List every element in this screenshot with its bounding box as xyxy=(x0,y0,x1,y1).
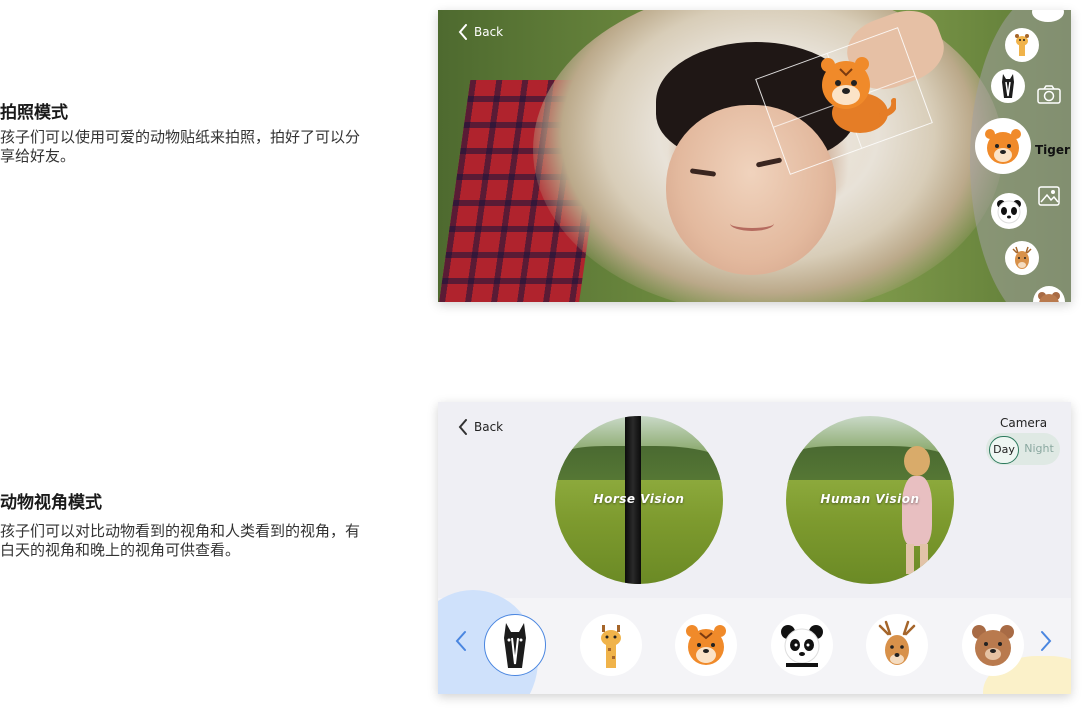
animal-option-panda[interactable] xyxy=(991,193,1027,229)
previous-arrow[interactable] xyxy=(454,630,468,656)
animal-option-giraffe[interactable] xyxy=(580,614,642,676)
camera-title: Camera xyxy=(1000,416,1048,430)
day-option[interactable]: Day xyxy=(989,436,1019,464)
giraffe-icon xyxy=(601,625,621,668)
animal-option-deer[interactable] xyxy=(1005,241,1039,275)
horse-icon xyxy=(1002,74,1014,98)
bear-icon xyxy=(1038,292,1060,302)
animal-vision-mode-title: 动物视角模式 xyxy=(0,493,102,513)
animal-option-giraffe[interactable] xyxy=(1005,28,1039,62)
day-night-toggle[interactable]: Day Night xyxy=(986,433,1060,465)
selected-animal-label: Tiger xyxy=(1035,143,1070,157)
animal-option-deer[interactable] xyxy=(866,614,928,676)
back-button[interactable]: Back xyxy=(458,419,503,435)
night-option[interactable]: Night xyxy=(1024,436,1054,462)
panda-icon xyxy=(781,625,823,667)
back-label: Back xyxy=(474,420,504,434)
tiger-icon xyxy=(686,625,726,665)
mouth xyxy=(730,216,774,231)
back-button[interactable]: Back xyxy=(458,24,503,40)
photo-mode-title: 拍照模式 xyxy=(0,103,68,123)
girl-figure-leg xyxy=(906,544,914,574)
photo-mode-screenshot: Back Tiger xyxy=(438,10,1071,302)
chevron-left-icon xyxy=(455,631,466,651)
girl-figure-body xyxy=(902,476,932,546)
deer-icon xyxy=(1012,246,1032,269)
chevron-right-icon xyxy=(1041,631,1052,651)
horse-icon xyxy=(504,623,526,668)
panda-icon xyxy=(997,200,1021,224)
bear-icon xyxy=(972,625,1014,666)
horse-vision-label: Horse Vision xyxy=(593,492,685,506)
animal-option-bear[interactable] xyxy=(962,614,1024,676)
gallery-icon[interactable] xyxy=(1036,184,1062,208)
tiger-sticker[interactable] xyxy=(810,55,896,135)
photo-mode-description: 孩子们可以使用可爱的动物贴纸来拍照，拍好了可以分享给好友。 xyxy=(0,128,361,165)
animal-option-horse[interactable] xyxy=(484,614,546,676)
human-vision-view: Human Vision xyxy=(786,416,954,584)
animal-vision-mode-description: 孩子们可以对比动物看到的视角和人类看到的视角，有白天的视角和晚上的视角可供查看。 xyxy=(0,522,361,559)
chevron-left-icon xyxy=(458,24,467,40)
girl-figure-leg xyxy=(920,544,928,574)
animal-vision-screenshot: Back Horse Vision Human Vision Camera Da… xyxy=(438,402,1071,694)
animal-option-horse[interactable] xyxy=(991,69,1025,103)
horse-vision-view: Horse Vision xyxy=(555,416,723,584)
animal-option-panda[interactable] xyxy=(771,614,833,676)
girl-figure-head xyxy=(904,446,930,476)
camera-icon[interactable] xyxy=(1036,82,1062,106)
giraffe-icon xyxy=(1015,34,1029,56)
animal-option-tiger-selected[interactable] xyxy=(975,118,1031,174)
next-arrow[interactable] xyxy=(1039,630,1053,656)
back-label: Back xyxy=(474,25,504,39)
chevron-left-icon xyxy=(458,419,467,435)
tiger-icon xyxy=(985,129,1021,164)
deer-icon xyxy=(878,620,916,665)
human-vision-label: Human Vision xyxy=(820,492,920,506)
animal-option-tiger[interactable] xyxy=(675,614,737,676)
